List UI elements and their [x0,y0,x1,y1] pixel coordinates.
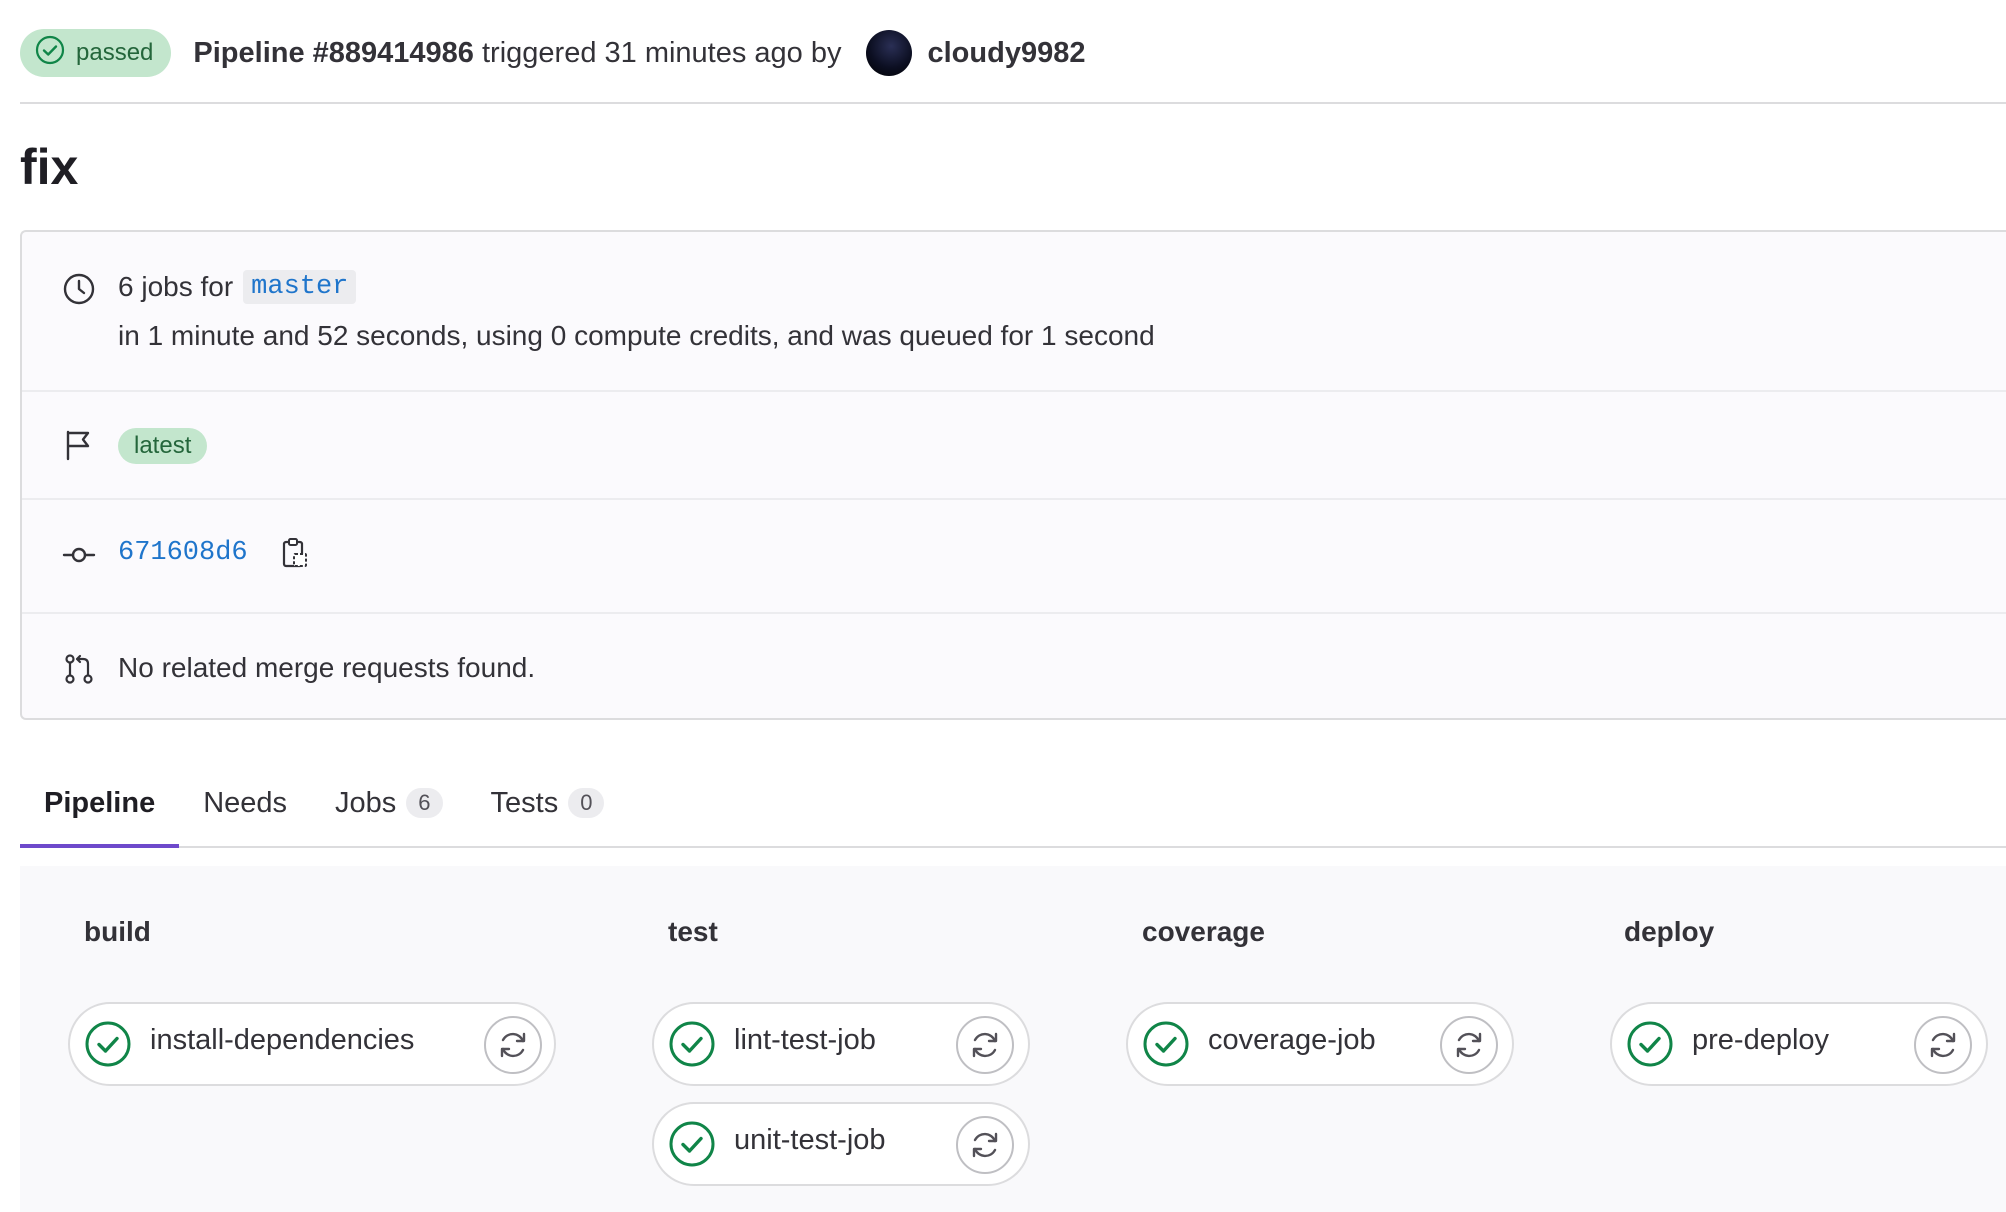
status-badge[interactable]: passed [20,29,172,77]
job-pre-deploy[interactable]: pre-deploy [1610,1002,1988,1086]
tags-row: latest [22,390,2006,498]
stage-title: test [668,916,718,947]
merge-requests-row: No related merge requests found. [22,612,2006,720]
pipeline-summary: Pipeline #889414986 triggered 31 minutes… [193,37,841,70]
merge-requests-text: No related merge requests found. [118,652,536,683]
retry-button[interactable] [484,1016,542,1074]
status-label: passed [76,39,154,66]
job-name: unit-test-job [734,1124,886,1156]
job-name: pre-deploy [1692,1024,1830,1056]
retry-icon [1926,1028,1960,1062]
check-circle-icon [668,1120,716,1168]
branch-link[interactable]: master [243,270,357,304]
stage-title: build [84,916,151,947]
tab-jobs[interactable]: Jobs 6 [311,760,467,846]
duration-text: in 1 minute and 52 seconds, using 0 comp… [118,320,1155,351]
retry-button[interactable] [1440,1016,1498,1074]
pipeline-graph: build install-dependencies test lint-tes… [20,866,2006,1212]
retry-icon [968,1128,1002,1162]
check-circle-icon [84,1020,132,1068]
check-circle-icon [668,1020,716,1068]
retry-icon [968,1028,1002,1062]
job-name: coverage-job [1208,1024,1376,1056]
tab-count-badge: 6 [406,788,443,818]
check-circle-icon [34,34,66,73]
merge-request-icon [62,652,96,686]
stage-title: deploy [1624,916,1715,947]
retry-icon [1452,1028,1486,1062]
retry-button[interactable] [1914,1016,1972,1074]
pipeline-tabs: Pipeline Needs Jobs 6 Tests 0 [20,760,2006,848]
trigger-text: triggered 31 minutes ago by [482,36,842,69]
tab-pipeline[interactable]: Pipeline [20,760,180,848]
check-circle-icon [1142,1020,1190,1068]
jobs-count-line: 6 jobs for master [118,270,357,304]
job-install-dependencies[interactable]: install-dependencies [68,1002,556,1086]
check-circle-icon [1626,1020,1674,1068]
stage-title: coverage [1142,916,1265,947]
retry-button[interactable] [956,1016,1014,1074]
clock-icon [62,272,96,306]
job-unit-test-job[interactable]: unit-test-job [652,1102,1030,1186]
pipeline-page: passed Pipeline #889414986 triggered 31 … [0,0,2006,1212]
clipboard-icon[interactable] [280,536,310,570]
latest-badge: latest [118,428,208,464]
tab-label: Needs [203,786,288,819]
jobs-count-text: 6 jobs for [118,271,234,302]
page-title: fix [20,139,79,195]
commit-icon [62,538,96,572]
job-name: lint-test-job [734,1024,876,1056]
tab-label: Pipeline [44,786,156,819]
tab-label: Jobs [335,786,397,819]
tab-tests[interactable]: Tests 0 [467,760,629,846]
job-coverage-job[interactable]: coverage-job [1126,1002,1514,1086]
jobs-summary-row: 6 jobs for master in 1 minute and 52 sec… [22,232,2006,390]
avatar[interactable] [865,30,912,76]
retry-button[interactable] [956,1116,1014,1174]
pipeline-header: passed Pipeline #889414986 triggered 31 … [20,20,2006,104]
flag-icon [62,428,96,462]
commit-sha-link[interactable]: 671608d6 [118,538,248,568]
job-name: install-dependencies [150,1024,415,1056]
pipeline-id: Pipeline #889414986 [193,36,474,69]
tab-count-badge: 0 [568,788,605,818]
tab-needs[interactable]: Needs [179,760,311,846]
retry-icon [496,1028,530,1062]
tab-label: Tests [490,786,559,819]
pipeline-info-panel: 6 jobs for master in 1 minute and 52 sec… [20,230,2006,720]
job-lint-test-job[interactable]: lint-test-job [652,1002,1030,1086]
commit-row: 671608d6 [22,498,2006,612]
author-link[interactable]: cloudy9982 [928,37,1086,70]
